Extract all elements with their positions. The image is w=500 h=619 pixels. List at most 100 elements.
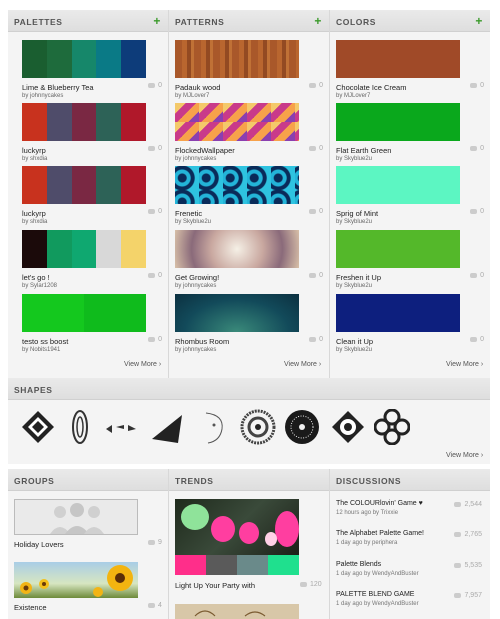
palette-title[interactable]: let's go ! (22, 273, 50, 282)
color-author[interactable]: by Skyblue2u (336, 156, 372, 162)
color-author[interactable]: by Skyblue2u (336, 283, 372, 289)
palettes-view-more[interactable]: View More › (124, 361, 161, 368)
palette-swatch (71, 103, 97, 141)
pattern-author[interactable]: by johnnycakes (175, 347, 216, 353)
palette-title[interactable]: luckyrp (22, 146, 46, 155)
colors-view-more[interactable]: View More › (446, 361, 483, 368)
pattern-author[interactable]: by johnnycakes (175, 156, 216, 162)
patterns-view-more[interactable]: View More › (284, 361, 321, 368)
pattern-item[interactable]: Get Growing! by johnnycakes 0 (169, 230, 329, 292)
discussion-item[interactable]: PALETTE BLEND GAME 1 day ago by WendyAndB… (336, 591, 486, 617)
palette-author[interactable]: by Sylar1208 (22, 283, 57, 289)
palette-swatches[interactable] (22, 294, 146, 332)
group-title[interactable]: Existence (14, 603, 47, 612)
pattern-thumbnail[interactable] (175, 166, 299, 204)
palette-title[interactable]: luckyrp (22, 209, 46, 218)
palette-item[interactable]: luckyrp by shxdia 0 (8, 166, 168, 228)
pattern-author[interactable]: by johnnycakes (175, 283, 216, 289)
pattern-thumbnail[interactable] (175, 294, 299, 332)
shape-face[interactable] (196, 409, 232, 445)
trend-title[interactable]: Light Up Your Party with (175, 581, 255, 590)
palette-item[interactable]: testo ss boost by Nobits1941 0 (8, 294, 168, 356)
palette-author[interactable]: by shxdia (22, 219, 47, 225)
pattern-thumbnail[interactable] (175, 103, 299, 141)
group-title[interactable]: Holiday Lovers (14, 540, 64, 549)
people-placeholder-icon (50, 503, 104, 534)
colors-header: COLORS + (330, 10, 490, 32)
palette-item[interactable]: let's go ! by Sylar1208 0 (8, 230, 168, 292)
shape-flower-ornament[interactable] (374, 409, 410, 445)
comment-count: 0 (148, 336, 162, 343)
pattern-item[interactable]: Rhombus Room by johnnycakes 0 (169, 294, 329, 356)
color-title[interactable]: Freshen it Up (336, 273, 381, 282)
trend-image[interactable] (175, 499, 299, 555)
pattern-item[interactable]: FlockedWallpaper by johnnycakes 0 (169, 103, 329, 165)
shape-triangle[interactable] (150, 409, 186, 445)
color-item[interactable]: Chocolate Ice Cream by MJLover7 0 (330, 40, 490, 102)
shape-circle-pattern[interactable] (240, 409, 276, 445)
comment-count-value: 0 (158, 336, 162, 343)
palette-author[interactable]: by Nobits1941 (22, 347, 60, 353)
sunflower-image (20, 565, 133, 597)
shapes-view-more[interactable]: View More › (446, 452, 483, 459)
pattern-title[interactable]: Rhombus Room (175, 337, 229, 346)
pattern-title[interactable]: Get Growing! (175, 273, 219, 282)
color-item[interactable]: Freshen it Up by Skyblue2u 0 (330, 230, 490, 292)
palette-author[interactable]: by shxdia (22, 156, 47, 162)
discussion-item[interactable]: The Alphabet Palette Game! 1 day ago by p… (336, 530, 486, 556)
pattern-thumbnail[interactable] (175, 40, 299, 78)
color-title[interactable]: Clean it Up (336, 337, 373, 346)
color-item[interactable]: Clean it Up by Skyblue2u 0 (330, 294, 490, 356)
add-palette-button[interactable]: + (153, 14, 161, 28)
color-author[interactable]: by Skyblue2u (336, 219, 372, 225)
palette-author[interactable]: by johnnycakes (22, 93, 63, 99)
palette-title[interactable]: Lime & Blueberry Tea (22, 83, 94, 92)
shape-dark-circle[interactable] (284, 409, 320, 445)
palette-swatches[interactable] (22, 40, 146, 78)
group-image-holiday-lovers[interactable] (14, 499, 138, 535)
shape-tile-ornament[interactable] (330, 409, 366, 445)
palette-title[interactable]: testo ss boost (22, 337, 68, 346)
discussion-item[interactable]: Palette Blends 1 day ago by WendyAndBuste… (336, 561, 486, 587)
palette-item[interactable]: luckyrp by shxdia 0 (8, 103, 168, 165)
pattern-thumbnail[interactable] (175, 230, 299, 268)
shape-diamond-ornament[interactable] (20, 409, 56, 445)
pattern-item[interactable]: Padauk wood by MJLover7 0 (169, 40, 329, 102)
pattern-author[interactable]: by Skyblue2u (175, 219, 211, 225)
comment-count: 0 (148, 272, 162, 279)
group-member-count: 9 (148, 539, 162, 546)
color-title[interactable]: Flat Earth Green (336, 146, 391, 155)
shape-arrows[interactable] (104, 409, 140, 445)
trend-swatch (237, 555, 268, 575)
color-title[interactable]: Chocolate Ice Cream (336, 83, 406, 92)
discussion-item[interactable]: The COLOURlovin' Game ♥ 12 hours ago by T… (336, 500, 486, 526)
shape-vertical-ornament[interactable] (62, 409, 98, 445)
palette-swatches[interactable] (22, 103, 146, 141)
comment-icon (309, 336, 317, 342)
group-image-existence[interactable] (14, 562, 138, 598)
pattern-title[interactable]: Padauk wood (175, 83, 220, 92)
palette-swatch (22, 40, 47, 78)
color-author[interactable]: by MJLover7 (336, 93, 370, 99)
patterns-header: PATTERNS + (169, 10, 329, 32)
trend-palette[interactable] (175, 555, 299, 575)
color-swatch[interactable] (336, 294, 460, 332)
pattern-item[interactable]: Frenetic by Skyblue2u 0 (169, 166, 329, 228)
color-title[interactable]: Sprig of Mint (336, 209, 378, 218)
pattern-title[interactable]: Frenetic (175, 209, 202, 218)
color-item[interactable]: Flat Earth Green by Skyblue2u 0 (330, 103, 490, 165)
color-swatch[interactable] (336, 103, 460, 141)
color-swatch[interactable] (336, 166, 460, 204)
pattern-title[interactable]: FlockedWallpaper (175, 146, 235, 155)
color-swatch[interactable] (336, 40, 460, 78)
color-item[interactable]: Sprig of Mint by Skyblue2u 0 (330, 166, 490, 228)
color-author[interactable]: by Skyblue2u (336, 347, 372, 353)
palette-item[interactable]: Lime & Blueberry Tea by johnnycakes 0 (8, 40, 168, 102)
pattern-author[interactable]: by MJLover7 (175, 93, 209, 99)
add-pattern-button[interactable]: + (314, 14, 322, 28)
trend-image-next[interactable] (175, 604, 299, 619)
palette-swatches[interactable] (22, 166, 146, 204)
palette-swatches[interactable] (22, 230, 146, 268)
color-swatch[interactable] (336, 230, 460, 268)
add-color-button[interactable]: + (475, 14, 483, 28)
